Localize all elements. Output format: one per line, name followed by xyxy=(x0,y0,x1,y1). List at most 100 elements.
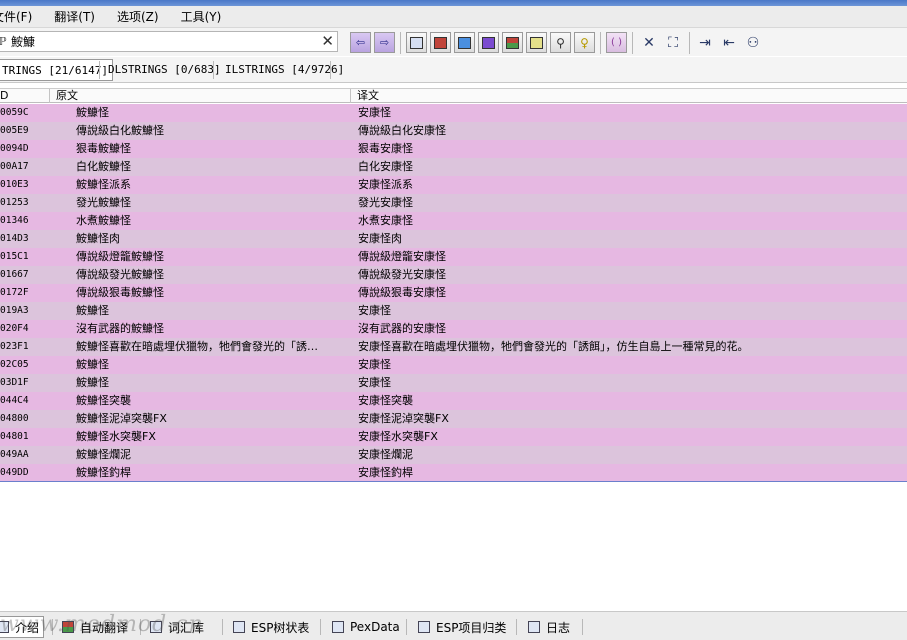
tab-log[interactable]: 日志 xyxy=(528,616,570,638)
grid-header: D 原文 译文 xyxy=(0,88,907,103)
menu-tools[interactable]: 工具(Y) xyxy=(181,8,230,25)
row-translation: 傳說級燈籠安康怪 xyxy=(358,250,446,263)
tab-intro[interactable]: 介绍 xyxy=(0,616,45,638)
row-id: 019A3 xyxy=(0,305,29,316)
row-translation: 安康怪 xyxy=(358,358,391,371)
find-button[interactable]: ⚲ xyxy=(550,32,571,53)
table-row[interactable]: 019A3 鮟鱇怪 安康怪 xyxy=(0,302,907,320)
next-button[interactable]: ⇨ xyxy=(374,32,395,53)
tab-vocabulary-label: 词汇库 xyxy=(168,620,205,635)
row-id: 01346 xyxy=(0,215,29,226)
table-row[interactable]: 04801 鮟鱇怪水突襲FX 安康怪水突襲FX xyxy=(0,428,907,446)
table-row[interactable]: 023F1 鮟鱇怪喜歡在暗處埋伏獵物，牠們會發光的「誘… 安康怪喜歡在暗處埋伏獵物，… xyxy=(0,338,907,356)
row-source: 狠毒鮟鱇怪 xyxy=(76,142,131,155)
tab-esp-category-label: ESP项目归类 xyxy=(436,620,507,635)
column-id[interactable]: D xyxy=(0,89,50,103)
row-translation: 傳說級白化安康怪 xyxy=(358,124,446,137)
table-row[interactable]: 02C05 鮟鱇怪 安康怪 xyxy=(0,356,907,374)
row-source: 鮟鱇怪喜歡在暗處埋伏獵物，牠們會發光的「誘… xyxy=(76,340,318,353)
row-source: 傳說級白化鮟鱇怪 xyxy=(76,124,164,137)
view-mixed-button[interactable] xyxy=(502,32,523,53)
column-source[interactable]: 原文 xyxy=(50,89,351,103)
arrow-right-icon: ⇨ xyxy=(379,36,390,49)
table-row[interactable]: 005E9 傳說級白化鮟鱇怪 傳說級白化安康怪 xyxy=(0,122,907,140)
intro-icon xyxy=(0,621,9,633)
tab-esp-category[interactable]: ESP项目归类 xyxy=(418,616,506,638)
table-row[interactable]: 020F4 沒有武器的鮟鱇怪 沒有武器的安康怪 xyxy=(0,320,907,338)
table-row[interactable]: 049AA 鮟鱇怪爛泥 安康怪爛泥 xyxy=(0,446,907,464)
view-red-button[interactable] xyxy=(430,32,451,53)
tab-vocabulary[interactable]: 词汇库 xyxy=(150,616,204,638)
table-row[interactable]: 015C1 傳說級燈籠鮟鱇怪 傳說級燈籠安康怪 xyxy=(0,248,907,266)
view-plain-button[interactable] xyxy=(406,32,427,53)
prev-button[interactable]: ⇦ xyxy=(350,32,371,53)
row-source: 鮟鱇怪 xyxy=(76,304,109,317)
tab-divider xyxy=(582,619,583,635)
row-source: 水煮鮟鱇怪 xyxy=(76,214,131,227)
row-translation: 安康怪派系 xyxy=(358,178,413,191)
tab-divider xyxy=(516,619,517,635)
bracket-icon: ( ) xyxy=(611,37,622,48)
user-search-icon[interactable]: ⚇ xyxy=(743,33,763,53)
view-yellow-button[interactable] xyxy=(526,32,547,53)
table-row[interactable]: 0172F 傳說級狠毒鮟鱇怪 傳說級狠毒安康怪 xyxy=(0,284,907,302)
search-input[interactable] xyxy=(11,34,311,49)
table-row[interactable]: 049DD 鮟鱇怪釣桿 安康怪釣桿 xyxy=(0,464,907,482)
export-icon[interactable]: ⇥ xyxy=(695,33,715,53)
row-source: 發光鮟鱇怪 xyxy=(76,196,131,209)
table-row[interactable]: 014D3 鮟鱇怪肉 安康怪肉 xyxy=(0,230,907,248)
table-row[interactable]: 04800 鮟鱇怪泥淖突襲FX 安康怪泥淖突襲FX xyxy=(0,410,907,428)
row-translation: 安康怪 xyxy=(358,376,391,389)
row-id: 010E3 xyxy=(0,179,29,190)
row-translation: 傳說級發光安康怪 xyxy=(358,268,446,281)
table-row[interactable]: 01253 發光鮟鱇怪 發光安康怪 xyxy=(0,194,907,212)
tab-auto-translate[interactable]: 自动翻译 xyxy=(62,616,128,638)
menu-translate[interactable]: 翻译(T) xyxy=(54,8,103,25)
hint-button[interactable]: ♀ xyxy=(574,32,595,53)
row-translation: 安康怪肉 xyxy=(358,232,402,245)
row-id: 044C4 xyxy=(0,395,29,406)
row-source: 鮟鱇怪水突襲FX xyxy=(76,430,156,443)
view-blue-button[interactable] xyxy=(454,32,475,53)
import-icon[interactable]: ⇤ xyxy=(719,33,739,53)
row-id: 02C05 xyxy=(0,359,29,370)
row-translation: 安康怪突襲 xyxy=(358,394,413,407)
tab-dlstrings[interactable]: DLSTRINGS [0/683] xyxy=(104,59,225,81)
toolbar-divider xyxy=(689,32,690,54)
esp-category-icon xyxy=(418,621,430,633)
table-row[interactable]: 01667 傳說級發光鮟鱇怪 傳說級發光安康怪 xyxy=(0,266,907,284)
menu-file[interactable]: 文件(F) xyxy=(0,8,40,25)
row-translation: 傳說級狠毒安康怪 xyxy=(358,286,446,299)
table-row[interactable]: 01346 水煮鮟鱇怪 水煮安康怪 xyxy=(0,212,907,230)
column-translation[interactable]: 译文 xyxy=(351,89,907,103)
tab-pexdata[interactable]: PexData xyxy=(332,616,400,638)
auto-translate-icon xyxy=(62,621,74,633)
table-row[interactable]: 03D1F 鮟鱇怪 安康怪 xyxy=(0,374,907,392)
table-row[interactable]: 010E3 鮟鱇怪派系 安康怪派系 xyxy=(0,176,907,194)
row-source: 傳說級燈籠鮟鱇怪 xyxy=(76,250,164,263)
table-row[interactable]: 0059C 鮟鱇怪 安康怪 xyxy=(0,104,907,122)
tab-divider xyxy=(213,61,214,79)
table-row[interactable]: 00A17 白化鮟鱇怪 白化安康怪 xyxy=(0,158,907,176)
list-icon xyxy=(410,36,423,49)
row-translation: 狠毒安康怪 xyxy=(358,142,413,155)
row-id: 005E9 xyxy=(0,125,29,136)
tab-divider xyxy=(140,619,141,635)
bracket-button[interactable]: ( ) xyxy=(606,32,627,53)
tab-auto-translate-label: 自动翻译 xyxy=(80,620,129,635)
tab-strings[interactable]: TRINGS [21/6147] xyxy=(0,59,113,81)
table-row[interactable]: 044C4 鮟鱇怪突襲 安康怪突襲 xyxy=(0,392,907,410)
row-source: 鮟鱇怪 xyxy=(76,106,109,119)
list-mixed-icon xyxy=(506,36,519,49)
close-icon[interactable]: ✕ xyxy=(639,33,659,53)
fullscreen-icon[interactable]: ⛶ xyxy=(663,33,683,53)
tab-esp-tree-label: ESP树状表 xyxy=(251,620,310,635)
table-row[interactable]: 0094D 狠毒鮟鱇怪 狠毒安康怪 xyxy=(0,140,907,158)
list-red-icon xyxy=(434,36,447,49)
list-blue-icon xyxy=(458,36,471,49)
row-translation: 發光安康怪 xyxy=(358,196,413,209)
clear-search-icon[interactable]: ✕ xyxy=(321,33,334,50)
view-purple-button[interactable] xyxy=(478,32,499,53)
tab-esp-tree[interactable]: ESP树状表 xyxy=(233,616,309,638)
menu-options[interactable]: 选项(Z) xyxy=(117,8,167,25)
